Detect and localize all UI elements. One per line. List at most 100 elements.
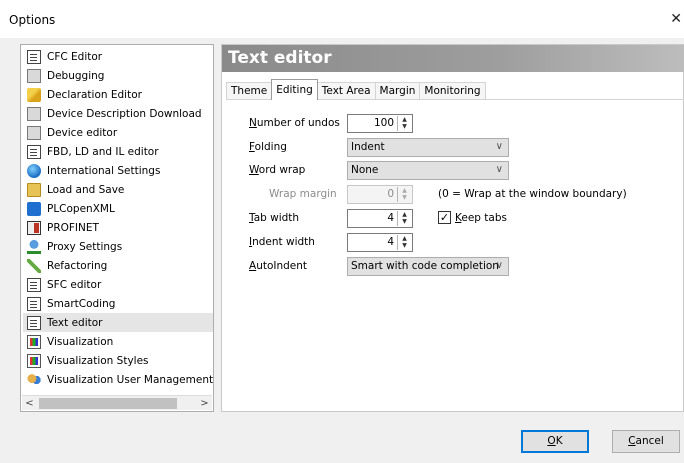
smartcoding-icon	[27, 296, 41, 311]
chevron-down-icon: ∨	[495, 260, 503, 271]
tree-item-visualization-styles[interactable]: Visualization Styles	[23, 351, 213, 370]
settings-panel: Text editor Theme Editing Text Area Marg…	[221, 44, 684, 412]
tab-editing[interactable]: Editing	[271, 79, 318, 100]
tree-item-refactoring[interactable]: Refactoring	[23, 256, 213, 275]
folding-label: Folding	[249, 141, 287, 153]
visualization-styles-icon	[27, 353, 41, 368]
spin-down-icon[interactable]: ▼	[398, 242, 411, 249]
tree-item-label: Visualization	[47, 335, 114, 348]
spin-down-icon: ▼	[402, 194, 407, 201]
globe-icon	[27, 163, 41, 178]
debugging-icon	[27, 68, 41, 83]
tree-item-declaration-editor[interactable]: Declaration Editor	[23, 85, 213, 104]
tree-item-fbd-ld-il-editor[interactable]: FBD, LD and IL editor	[23, 142, 213, 161]
checkmark-icon[interactable]: ✓	[438, 211, 451, 224]
title-bar: Options ✕	[0, 0, 684, 38]
tree-item-label: Visualization Styles	[47, 354, 149, 367]
tree-item-label: FBD, LD and IL editor	[47, 145, 159, 158]
tree-item-visualization-user-management[interactable]: Visualization User Management	[23, 370, 213, 389]
tab-width-value: 4	[387, 212, 394, 224]
scroll-right-icon[interactable]: >	[197, 396, 212, 411]
tree-item-label: SFC editor	[47, 278, 102, 291]
number-of-undos-stepper[interactable]: 100 ▲ ▼	[347, 114, 413, 133]
tree-item-label: Load and Save	[47, 183, 125, 196]
tree-item-load-and-save[interactable]: Load and Save	[23, 180, 213, 199]
window-title: Options	[9, 13, 56, 27]
tab-width-stepper[interactable]: 4 ▲ ▼	[347, 209, 413, 228]
editing-tab-content: Number of undos 100 ▲ ▼ Folding Indent ∨ …	[226, 99, 684, 405]
indent-width-label: Indent width	[249, 236, 315, 248]
spin-down-icon[interactable]: ▼	[398, 218, 411, 225]
cancel-button[interactable]: Cancel	[612, 430, 680, 453]
tree-item-visualization[interactable]: Visualization	[23, 332, 213, 351]
tree-item-label: Refactoring	[47, 259, 108, 272]
keep-tabs-checkbox[interactable]: ✓ Keep tabs	[438, 211, 507, 224]
wrap-margin-label: Wrap margin	[269, 188, 337, 200]
autoindent-select[interactable]: Smart with code completion ∨	[347, 257, 509, 276]
indent-width-stepper[interactable]: 4 ▲ ▼	[347, 233, 413, 252]
tree-item-label: Device Description Download	[47, 107, 202, 120]
tree-item-label: SmartCoding	[47, 297, 116, 310]
fbd-ld-il-icon	[27, 144, 41, 159]
spin-up-icon[interactable]: ▲	[398, 211, 411, 218]
cfc-editor-icon	[27, 49, 41, 64]
word-wrap-label: Word wrap	[249, 164, 306, 176]
chevron-down-icon: ∨	[495, 164, 503, 175]
tree-item-sfc-editor[interactable]: SFC editor	[23, 275, 213, 294]
category-tree[interactable]: CFC Editor Debugging Declaration Editor …	[20, 44, 214, 412]
tab-theme[interactable]: Theme	[226, 82, 273, 100]
indent-width-value: 4	[387, 236, 394, 248]
tab-margin[interactable]: Margin	[374, 82, 421, 100]
tree-item-label: Debugging	[47, 69, 105, 82]
keep-tabs-label: Keep tabs	[455, 211, 507, 224]
tree-item-label: Device editor	[47, 126, 118, 139]
word-wrap-value: None	[351, 164, 379, 176]
chevron-down-icon: ∨	[495, 141, 503, 152]
tab-monitoring[interactable]: Monitoring	[419, 82, 486, 100]
folding-value: Indent	[351, 141, 385, 153]
tree-item-plcopenxml[interactable]: PLCopenXML	[23, 199, 213, 218]
spin-up-icon[interactable]: ▲	[398, 116, 411, 123]
tree-item-debugging[interactable]: Debugging	[23, 66, 213, 85]
visualization-icon	[27, 334, 41, 349]
tree-item-proxy-settings[interactable]: Proxy Settings	[23, 237, 213, 256]
autoindent-value: Smart with code completion	[351, 260, 499, 272]
spin-down-icon[interactable]: ▼	[398, 123, 411, 130]
scroll-left-icon[interactable]: <	[22, 396, 37, 411]
tree-item-smartcoding[interactable]: SmartCoding	[23, 294, 213, 313]
wrap-margin-stepper: 0 ▲ ▼	[347, 185, 413, 204]
device-description-icon	[27, 106, 41, 121]
tree-item-device-description-download[interactable]: Device Description Download	[23, 104, 213, 123]
number-of-undos-value: 100	[373, 117, 394, 129]
tree-item-profinet[interactable]: PROFINET	[23, 218, 213, 237]
tab-strip: Theme Editing Text Area Margin Monitorin…	[226, 79, 486, 100]
tree-item-label: Text editor	[47, 316, 103, 329]
tab-width-label: Tab width	[249, 212, 300, 224]
refactoring-icon	[27, 258, 41, 273]
tree-item-international-settings[interactable]: International Settings	[23, 161, 213, 180]
tab-text-area[interactable]: Text Area	[316, 82, 376, 100]
tree-item-label: Proxy Settings	[47, 240, 123, 253]
tree-item-label: Visualization User Management	[47, 373, 214, 386]
spin-up-icon[interactable]: ▲	[398, 235, 411, 242]
tree-item-label: CFC Editor	[47, 50, 103, 63]
device-editor-icon	[27, 125, 41, 140]
declaration-editor-icon	[27, 87, 41, 102]
ok-button[interactable]: OK	[521, 430, 589, 453]
tree-item-cfc-editor[interactable]: CFC Editor	[23, 47, 213, 66]
sfc-editor-icon	[27, 277, 41, 292]
autoindent-label: AutoIndent	[249, 260, 308, 272]
text-editor-icon	[27, 315, 41, 330]
tree-item-text-editor[interactable]: Text editor	[23, 313, 213, 332]
close-icon[interactable]: ✕	[670, 11, 682, 27]
profinet-icon	[27, 220, 41, 235]
tree-item-device-editor[interactable]: Device editor	[23, 123, 213, 142]
tree-item-label: PROFINET	[47, 221, 99, 234]
scroll-thumb[interactable]	[39, 398, 177, 409]
panel-title: Text editor	[228, 48, 332, 68]
tree-item-label: International Settings	[47, 164, 161, 177]
word-wrap-select[interactable]: None ∨	[347, 161, 509, 180]
spin-up-icon: ▲	[402, 187, 407, 194]
horizontal-scrollbar[interactable]: < >	[22, 395, 212, 410]
folding-select[interactable]: Indent ∨	[347, 138, 509, 157]
